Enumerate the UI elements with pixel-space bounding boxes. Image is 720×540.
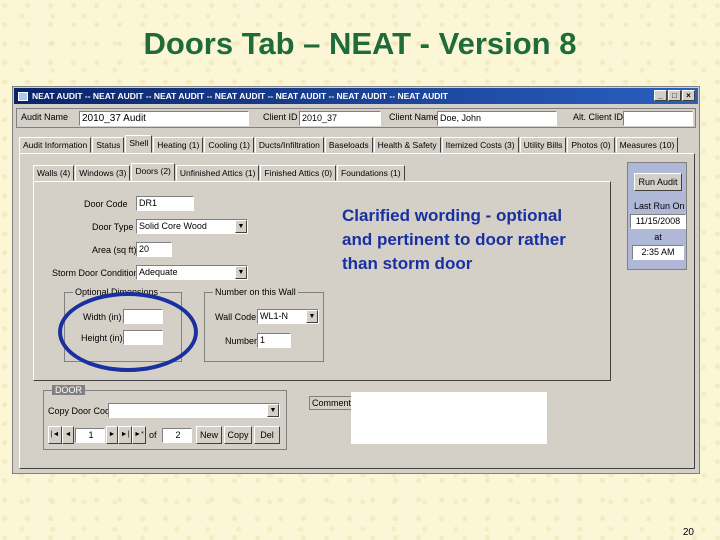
wall-code-label: Wall Code	[215, 312, 257, 322]
copy-door-code-label: Copy Door Code	[48, 406, 116, 416]
client-name-label: Client Name	[389, 112, 439, 122]
door-code-label: Door Code	[84, 199, 128, 209]
tab-doors[interactable]: Doors (2)	[131, 163, 175, 181]
previous-record-button[interactable]: ◄	[62, 426, 74, 444]
first-record-button[interactable]: |◄	[48, 426, 62, 444]
new-button[interactable]: New	[196, 426, 222, 444]
new-record-nav-button[interactable]: ►*	[132, 426, 146, 444]
maximize-button[interactable]: □	[668, 90, 681, 101]
tab-cooling[interactable]: Cooling (1)	[204, 137, 254, 153]
number-label: Number	[225, 336, 258, 346]
chevron-down-icon[interactable]: ▼	[267, 404, 279, 417]
header-bar: Audit Name 2010_37 Audit Client ID 2010_…	[16, 108, 696, 128]
tab-audit-information[interactable]: Audit Information	[19, 137, 92, 153]
copy-door-code-select[interactable]: ▼	[108, 403, 280, 418]
door-type-select[interactable]: Solid Core Wood ▼	[136, 219, 248, 234]
of-label: of	[149, 430, 157, 440]
tab-walls[interactable]: Walls (4)	[33, 165, 75, 181]
tab-windows[interactable]: Windows (3)	[75, 165, 131, 181]
chevron-down-icon[interactable]: ▼	[306, 310, 318, 323]
neat-audit-window: NEAT AUDIT -- NEAT AUDIT -- NEAT AUDIT -…	[12, 86, 700, 474]
door-type-value: Solid Core Wood	[139, 221, 207, 231]
alt-client-id-label: Alt. Client ID	[573, 112, 624, 122]
tab-status[interactable]: Status	[92, 137, 125, 153]
next-record-button[interactable]: ►	[106, 426, 118, 444]
storm-door-condition-value: Adequate	[139, 267, 178, 277]
tab-foundations[interactable]: Foundations (1)	[337, 165, 405, 181]
number-field[interactable]: 1	[257, 333, 291, 348]
area-label: Area (sq ft)	[92, 245, 137, 255]
chevron-down-icon[interactable]: ▼	[235, 220, 247, 233]
client-name-field[interactable]: Doe, John	[437, 111, 557, 126]
minimize-button[interactable]: _	[654, 90, 667, 101]
audit-name-label: Audit Name	[21, 112, 69, 122]
tab-itemized-costs[interactable]: Itemized Costs (3)	[441, 137, 519, 153]
app-icon	[18, 91, 28, 101]
wall-code-select[interactable]: WL1-N ▼	[257, 309, 319, 324]
area-field[interactable]: 20	[136, 242, 172, 257]
tab-unfinished-attics[interactable]: Unfinished Attics (1)	[175, 165, 260, 181]
slide-number: 20	[682, 527, 694, 538]
tab-shell[interactable]: Shell	[125, 135, 153, 153]
last-run-date-field: 11/15/2008	[630, 214, 686, 229]
shell-sub-tabs: Walls (4) Windows (3) Doors (2) Unfinish…	[33, 163, 406, 181]
alt-client-id-field[interactable]	[623, 111, 693, 126]
at-label: at	[654, 232, 662, 242]
tab-finished-attics[interactable]: Finished Attics (0)	[260, 165, 337, 181]
audit-name-field[interactable]: 2010_37 Audit	[79, 111, 249, 126]
tab-photos[interactable]: Photos (0)	[567, 137, 615, 153]
delete-button[interactable]: Del	[254, 426, 280, 444]
tab-health-safety[interactable]: Health & Safety	[373, 137, 441, 153]
storm-door-condition-label: Storm Door Condition	[52, 268, 139, 278]
tab-ducts-infiltration[interactable]: Ducts/Infiltration	[254, 137, 324, 153]
last-run-label: Last Run On	[634, 201, 685, 211]
window-titlebar: NEAT AUDIT -- NEAT AUDIT -- NEAT AUDIT -…	[14, 88, 698, 104]
wall-code-value: WL1-N	[260, 311, 289, 321]
last-record-button[interactable]: ►|	[118, 426, 132, 444]
run-audit-button[interactable]: Run Audit	[634, 173, 682, 191]
client-id-label: Client ID	[263, 112, 298, 122]
door-group-title: DOOR	[52, 385, 85, 395]
tab-utility-bills[interactable]: Utility Bills	[519, 137, 567, 153]
tab-baseloads[interactable]: Baseloads	[324, 137, 373, 153]
comment-label: Comment:	[309, 396, 357, 410]
run-audit-panel: Run Audit Last Run On 11/15/2008 at 2:35…	[627, 162, 687, 270]
door-type-label: Door Type	[92, 222, 134, 232]
tab-heating[interactable]: Heating (1)	[153, 137, 204, 153]
door-code-field[interactable]: DR1	[136, 196, 194, 211]
window-title: NEAT AUDIT -- NEAT AUDIT -- NEAT AUDIT -…	[32, 91, 448, 101]
main-tabs: Audit Information Status Shell Heating (…	[19, 135, 679, 153]
number-on-wall-group: Number on this Wall Wall Code WL1-N ▼ Nu…	[204, 287, 324, 362]
number-on-wall-title: Number on this Wall	[213, 287, 298, 297]
comment-field[interactable]	[351, 392, 547, 444]
chevron-down-icon[interactable]: ▼	[235, 266, 247, 279]
client-id-field[interactable]: 2010_37	[299, 111, 381, 126]
close-button[interactable]: ×	[682, 90, 695, 101]
last-run-time-field: 2:35 AM	[632, 245, 684, 260]
highlight-ellipse	[58, 292, 198, 372]
total-records-field: 2	[162, 428, 192, 443]
tab-measures[interactable]: Measures (10)	[615, 137, 679, 153]
door-group: DOOR Copy Door Code ▼ |◄ ◄ 1 ► ►| ►* of …	[43, 385, 287, 450]
storm-door-condition-select[interactable]: Adequate ▼	[136, 265, 248, 280]
annotation-callout: Clarified wording - optional and pertine…	[342, 206, 566, 273]
current-record-field[interactable]: 1	[75, 428, 105, 443]
slide-title: Doors Tab – NEAT - Version 8	[143, 26, 577, 61]
copy-button[interactable]: Copy	[224, 426, 252, 444]
